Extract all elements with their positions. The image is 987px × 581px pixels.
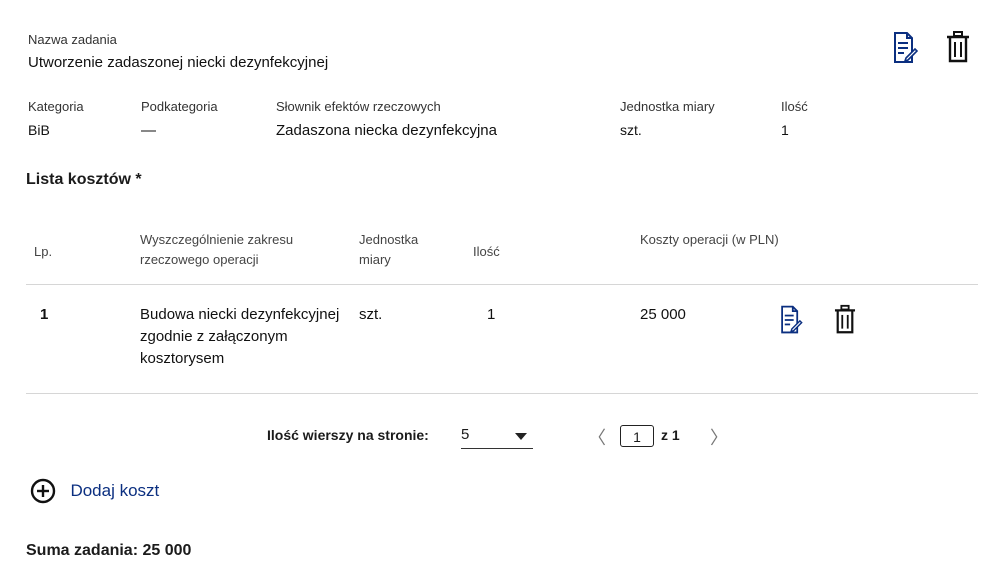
field-value-quantity: 1 xyxy=(781,122,789,138)
col-header-lp: Lp. xyxy=(34,244,53,259)
trash-icon xyxy=(947,31,969,63)
edit-task-button[interactable] xyxy=(892,30,919,71)
current-page-input[interactable]: 1 xyxy=(620,425,654,447)
edit-document-icon xyxy=(781,305,803,334)
field-label-unit: Jednostka miary xyxy=(620,99,715,114)
field-value-subcategory: — xyxy=(141,122,156,139)
col-header-quantity: Ilość xyxy=(473,244,500,259)
chevron-right-icon: 〉 xyxy=(710,428,728,448)
field-label-effects-dictionary: Słownik efektów rzeczowych xyxy=(276,99,441,114)
add-cost-button[interactable]: Dodaj koszt xyxy=(30,478,159,504)
chevron-left-icon: 〈 xyxy=(588,428,606,448)
edit-document-icon xyxy=(894,32,919,63)
task-name-label: Nazwa zadania xyxy=(28,32,117,47)
add-cost-label: Dodaj koszt xyxy=(70,481,160,500)
prev-page-button[interactable]: 〈 xyxy=(588,424,606,450)
rows-per-page-select[interactable]: 5 xyxy=(461,424,533,449)
field-label-subcategory: Podkategoria xyxy=(141,99,218,114)
field-label-category: Kategoria xyxy=(28,99,84,114)
total-pages: z 1 xyxy=(661,427,680,443)
field-value-unit: szt. xyxy=(620,122,642,138)
field-label-quantity: Ilość xyxy=(781,99,808,114)
row-quantity: 1 xyxy=(487,306,496,323)
field-value-category: BiB xyxy=(28,122,50,138)
col-header-unit: Jednostka miary xyxy=(359,232,419,267)
row-lp: 1 xyxy=(40,306,49,323)
rows-per-page-value: 5 xyxy=(461,426,470,443)
rows-per-page-label: Ilość wierszy na stronie: xyxy=(267,427,429,443)
chevron-down-icon xyxy=(515,433,527,440)
plus-circle-icon xyxy=(30,478,56,504)
field-value-effects-dictionary: Zadaszona niecka dezynfekcyjna xyxy=(276,122,497,139)
cost-list-heading: Lista kosztów * xyxy=(26,171,142,188)
next-page-button[interactable]: 〉 xyxy=(710,424,728,450)
task-card: Nazwa zadania Utworzenie zadaszonej niec… xyxy=(8,6,978,576)
task-name-value: Utworzenie zadaszonej niecki dezynfekcyj… xyxy=(28,54,329,71)
row-cost: 25 000 xyxy=(640,306,686,323)
delete-cost-button[interactable] xyxy=(834,304,856,340)
task-total: Suma zadania: 25 000 xyxy=(26,542,192,559)
row-description: Budowa niecki dezynfekcyjnej zgodnie z z… xyxy=(140,306,340,367)
row-unit: szt. xyxy=(359,306,383,323)
trash-icon xyxy=(834,304,856,334)
table-row-divider xyxy=(26,393,978,394)
col-header-cost: Koszty operacji (w PLN) xyxy=(640,232,779,247)
edit-cost-button[interactable] xyxy=(779,304,803,341)
col-header-description: Wyszczególnienie zakresu rzeczowego oper… xyxy=(140,232,294,267)
delete-task-button[interactable] xyxy=(946,30,970,69)
table-header-divider xyxy=(26,284,978,285)
